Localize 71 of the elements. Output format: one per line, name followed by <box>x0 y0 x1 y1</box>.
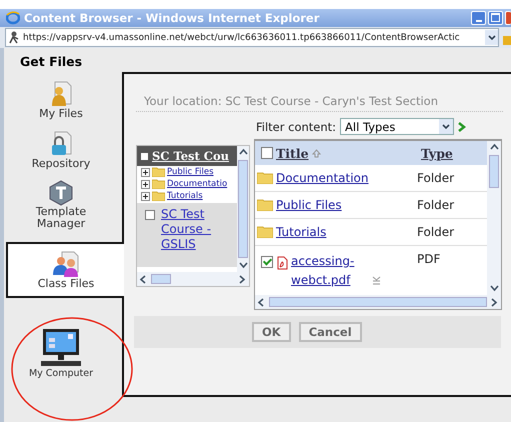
people-icon <box>52 250 80 278</box>
scroll-up-icon[interactable] <box>490 143 498 152</box>
browser-logo-icon <box>6 11 20 25</box>
user-document-icon <box>50 80 72 108</box>
sidebar-tab[interactable]: Repository <box>4 130 122 170</box>
sort-up-icon <box>312 148 321 158</box>
checkbox-icon[interactable] <box>141 152 148 160</box>
file-link[interactable]: accessing-webct.pdf <box>291 252 369 290</box>
dropdown-button[interactable] <box>485 30 498 45</box>
type-text: Folder <box>417 198 454 212</box>
pdf-icon <box>276 256 288 270</box>
horizontal-scrollbar[interactable] <box>255 295 501 309</box>
filter-select[interactable]: All Types <box>340 118 454 135</box>
expand-icon[interactable] <box>141 192 150 200</box>
type-text: Folder <box>417 225 454 239</box>
minimize-button[interactable] <box>471 11 486 25</box>
filter-label: Filter content: <box>256 120 336 134</box>
checkbox[interactable] <box>145 210 155 220</box>
tree-item[interactable]: Tutorials <box>167 191 203 201</box>
folder-icon <box>257 172 273 184</box>
type-text: PDF <box>417 252 440 266</box>
sidebar-tab[interactable]: My Computer <box>4 328 122 380</box>
url-text: https://vappsrv-v4.umassonline.net/webct/urw/lc663636011.tp663866011/ContentBrowserActic <box>23 32 461 42</box>
dialog-button[interactable]: Cancel <box>298 322 362 342</box>
vertical-scrollbar[interactable] <box>237 146 249 272</box>
window-title: Content Browser - Windows Internet Explorer <box>24 11 320 25</box>
chevron-down-icon[interactable] <box>442 124 450 130</box>
checkbox[interactable] <box>261 256 273 268</box>
select-all-checkbox[interactable] <box>261 147 273 159</box>
location-text: Your location: SC Test Course - Caryn's Test Section <box>136 94 503 112</box>
course-link[interactable]: SC Test Cou <box>152 149 229 163</box>
scroll-down-icon[interactable] <box>490 284 498 293</box>
column-header[interactable]: Type <box>421 146 453 160</box>
scroll-up-icon[interactable] <box>238 148 248 157</box>
chevron-down-icon <box>488 34 496 40</box>
locked-document-icon <box>50 130 72 158</box>
menu-icon[interactable] <box>372 276 381 285</box>
computer-icon <box>38 328 84 368</box>
section-heading: Get Files <box>19 53 84 71</box>
tree-item[interactable]: Documentatio <box>167 179 228 189</box>
sidebar-tab[interactable]: My Files <box>4 80 122 120</box>
scroll-thumb[interactable] <box>151 274 171 284</box>
vertical-scrollbar[interactable] <box>487 141 501 295</box>
maximize-button[interactable] <box>488 11 503 25</box>
folder-icon <box>152 179 165 189</box>
folder-icon <box>257 199 273 211</box>
sidebar-tab[interactable]: Class Files <box>6 242 124 298</box>
type-text: Folder <box>417 171 454 185</box>
scroll-left-icon[interactable] <box>139 274 148 284</box>
scroll-right-icon[interactable] <box>238 274 247 284</box>
scroll-thumb[interactable] <box>269 297 487 307</box>
scroll-left-icon[interactable] <box>257 298 266 306</box>
close-button[interactable] <box>505 11 511 25</box>
scroll-thumb[interactable] <box>489 155 499 188</box>
hexagon-t-icon <box>49 180 73 206</box>
address-field[interactable]: https://vappsrv-v4.umassonline.net/webct/urw/lc663636011.tp663866011/ContentBrowserActic <box>5 28 499 47</box>
scroll-down-icon[interactable] <box>238 261 248 270</box>
file-link[interactable]: Tutorials <box>276 225 326 239</box>
tree-item[interactable]: Public Files <box>167 167 214 177</box>
folder-icon <box>257 226 273 238</box>
sidebar-tab[interactable]: Template Manager <box>4 180 122 230</box>
expand-icon[interactable] <box>141 180 150 188</box>
file-link[interactable]: Documentation <box>276 171 369 185</box>
expand-icon[interactable] <box>141 168 150 176</box>
file-link[interactable]: Public Files <box>276 198 342 212</box>
scroll-right-icon[interactable] <box>490 298 499 306</box>
horizontal-scrollbar[interactable] <box>137 272 249 286</box>
folder-icon <box>152 191 165 201</box>
dialog-button[interactable]: OK <box>252 322 291 342</box>
scroll-thumb[interactable] <box>238 160 248 258</box>
column-header[interactable]: Title <box>276 146 309 160</box>
